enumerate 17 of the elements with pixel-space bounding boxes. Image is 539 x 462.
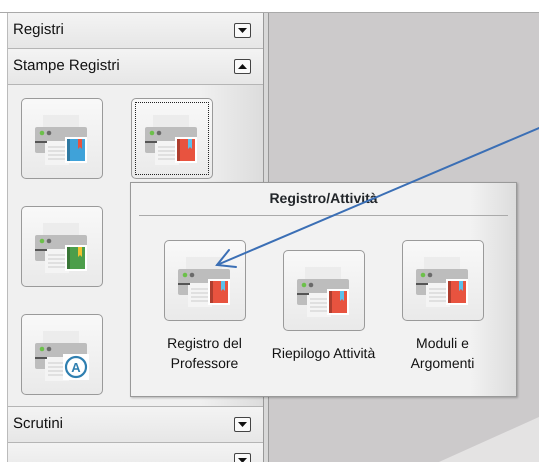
caret-down-icon [238,28,247,33]
section-title: Stampe Registri [13,56,120,76]
button-label: Registro del Professore [166,334,243,373]
print-button[interactable]: A [21,314,103,395]
section-title: Scrutini [13,414,64,434]
caret-up-icon [238,64,247,69]
caret-down-icon [238,422,247,427]
collapse-toggle[interactable] [234,23,251,38]
print-button[interactable] [131,98,213,179]
section-title: Registri [13,20,64,40]
caret-down-icon [238,458,247,462]
button-label: Moduli e Argomenti [410,334,476,373]
popup-title: Registro/Attività [139,183,508,216]
collapse-toggle[interactable] [234,59,251,74]
collapse-toggle[interactable] [234,417,251,432]
badge-letter: A [71,360,81,374]
button-label: Riepilogo Attività [272,344,376,363]
